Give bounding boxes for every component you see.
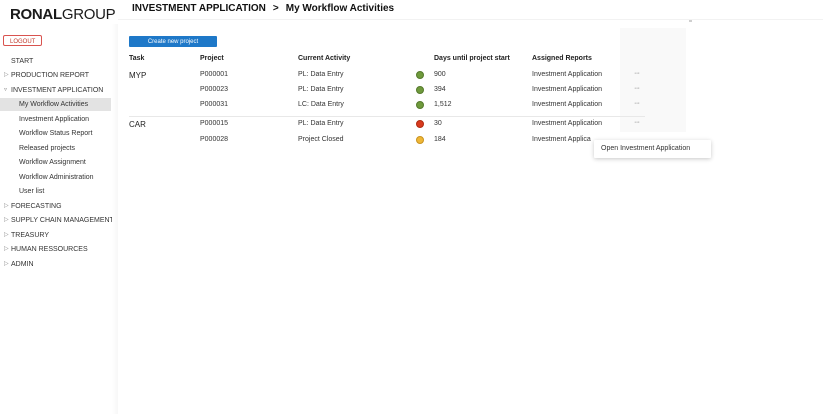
assigned-report[interactable]: Investment Application xyxy=(532,120,602,127)
sidebar-item-user-list[interactable]: User list xyxy=(0,185,111,198)
logo-bold-text: RONAL xyxy=(10,6,62,23)
sidebar-item-workflow-assignment[interactable]: Workflow Assignment xyxy=(0,156,111,169)
chevron-right-icon: ▷ xyxy=(4,203,9,209)
days-until-start: 30 xyxy=(434,120,442,127)
sidebar-item-forecasting[interactable]: ▷ FORECASTING xyxy=(0,200,112,213)
sidebar-item-investment-application[interactable]: ▿ INVESTMENT APPLICATION xyxy=(0,84,112,97)
current-activity: PL: Data Entry xyxy=(298,71,344,78)
project-id[interactable]: P000023 xyxy=(200,86,228,93)
status-indicator-yellow xyxy=(416,136,424,144)
project-id[interactable]: P000031 xyxy=(200,101,228,108)
sidebar-item-investment-application-form[interactable]: Investment Application xyxy=(0,113,111,126)
more-options-icon[interactable]: ··· xyxy=(634,70,640,77)
status-indicator-green xyxy=(416,86,424,94)
header-marker xyxy=(689,20,692,22)
assigned-report[interactable]: Investment Application xyxy=(532,86,602,93)
sidebar: LOGOUT START ▷ PRODUCTION REPORT ▿ INVESTM… xyxy=(0,24,118,414)
project-id[interactable]: P000028 xyxy=(200,136,228,143)
sidebar-item-start[interactable]: START xyxy=(0,55,112,68)
assigned-report[interactable]: Investment Applica xyxy=(532,136,591,143)
logo-light-text: GROUP xyxy=(61,6,116,23)
more-options-icon[interactable]: ··· xyxy=(634,100,640,107)
sidebar-item-workflow-status-report[interactable]: Workflow Status Report xyxy=(0,127,111,140)
assigned-report[interactable]: Investment Application xyxy=(532,101,602,108)
days-until-start: 900 xyxy=(434,71,446,78)
ronal-group-logo: RONALGROUP xyxy=(10,6,116,23)
current-activity: LC: Data Entry xyxy=(298,101,344,108)
sidebar-item-workflow-administration[interactable]: Workflow Administration xyxy=(0,171,111,184)
column-header-current-activity: Current Activity xyxy=(298,55,351,62)
sidebar-item-treasury[interactable]: ▷ TREASURY xyxy=(0,229,112,242)
sidebar-item-human-ressources[interactable]: ▷ HUMAN RESSOURCES xyxy=(0,243,112,256)
sidebar-item-my-workflow-activities[interactable]: My Workflow Activities xyxy=(0,98,111,111)
create-new-project-button[interactable]: Create new project xyxy=(129,36,217,47)
sidebar-item-released-projects[interactable]: Released projects xyxy=(0,142,111,155)
sidebar-item-label: SUPPLY CHAIN MANAGEMENT xyxy=(11,217,114,224)
sidebar-item-label: INVESTMENT APPLICATION xyxy=(11,87,104,94)
header-divider xyxy=(118,19,823,20)
status-indicator-green xyxy=(416,71,424,79)
breadcrumb: INVESTMENT APPLICATION > My Workflow Activ… xyxy=(132,3,394,14)
task-group-car: CAR xyxy=(129,120,146,129)
breadcrumb-current-page: My Workflow Activities xyxy=(285,3,395,14)
assigned-report[interactable]: Investment Application xyxy=(532,71,602,78)
sidebar-item-label: TREASURY xyxy=(11,232,49,239)
column-header-assigned-reports: Assigned Reports xyxy=(532,55,592,62)
chevron-down-icon: ▿ xyxy=(4,87,8,93)
days-until-start: 184 xyxy=(434,136,446,143)
chevron-right-icon: ▷ xyxy=(4,72,9,78)
chevron-right-icon: ▷ xyxy=(4,261,9,267)
menu-item-open-investment-application[interactable]: Open Investment Application xyxy=(601,145,690,152)
task-group-myp: MYP xyxy=(129,71,147,80)
column-header-project: Project xyxy=(200,55,224,62)
more-options-icon[interactable]: ··· xyxy=(634,85,640,92)
chevron-right-icon: ▷ xyxy=(4,246,9,252)
sidebar-item-production-report[interactable]: ▷ PRODUCTION REPORT xyxy=(0,69,112,82)
sidebar-item-supply-chain-management[interactable]: ▷ SUPPLY CHAIN MANAGEMENT xyxy=(0,214,114,227)
current-activity: PL: Data Entry xyxy=(298,120,344,127)
days-until-start: 394 xyxy=(434,86,446,93)
days-until-start: 1,512 xyxy=(434,101,452,108)
sidebar-item-label: HUMAN RESSOURCES xyxy=(11,246,88,253)
sidebar-item-label: ADMIN xyxy=(11,261,34,268)
column-header-task: Task xyxy=(129,55,145,62)
logout-button[interactable]: LOGOUT xyxy=(3,35,42,46)
more-options-icon[interactable]: ··· xyxy=(634,119,640,126)
sidebar-item-label: FORECASTING xyxy=(11,203,62,210)
status-indicator-red xyxy=(416,120,424,128)
task-group-divider xyxy=(129,116,645,117)
project-id[interactable]: P000001 xyxy=(200,71,228,78)
sidebar-item-label: PRODUCTION REPORT xyxy=(11,72,90,79)
column-header-days-until-start: Days until project start xyxy=(434,55,510,62)
current-activity: PL: Data Entry xyxy=(298,86,344,93)
breadcrumb-separator: > xyxy=(272,3,279,14)
current-activity: Project Closed xyxy=(298,136,344,143)
row-context-menu: Open Investment Application xyxy=(594,140,711,158)
status-indicator-green xyxy=(416,101,424,109)
project-id[interactable]: P000015 xyxy=(200,120,228,127)
chevron-right-icon: ▷ xyxy=(4,232,9,238)
chevron-right-icon: ▷ xyxy=(4,217,9,223)
sidebar-edge xyxy=(112,24,118,414)
breadcrumb-section[interactable]: INVESTMENT APPLICATION xyxy=(132,3,266,14)
sidebar-item-admin[interactable]: ▷ ADMIN xyxy=(0,258,112,271)
